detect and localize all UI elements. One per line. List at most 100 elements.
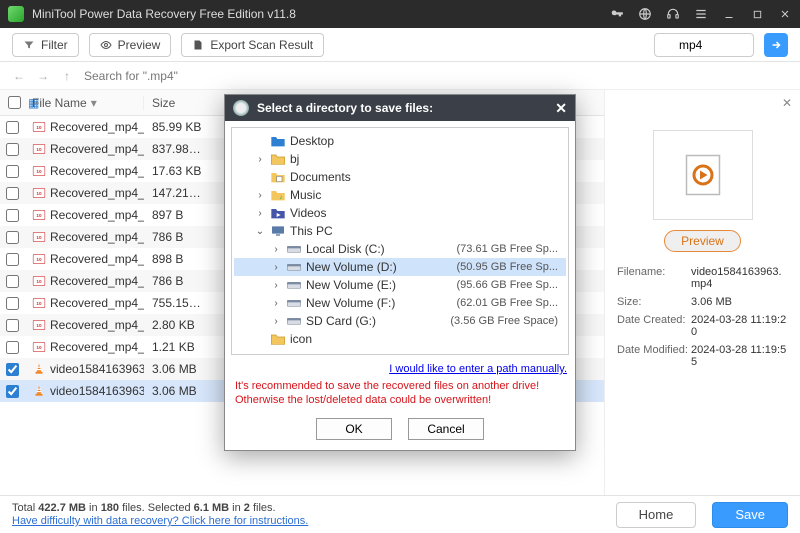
titlebar: MiniTool Power Data Recovery Free Editio…: [0, 0, 800, 28]
globe-icon[interactable]: [638, 7, 652, 21]
drive-icon: [286, 314, 302, 328]
home-button[interactable]: Home: [616, 502, 697, 528]
tree-item[interactable]: › bj: [234, 150, 566, 168]
ok-button[interactable]: OK: [316, 418, 392, 440]
row-checkbox[interactable]: [6, 143, 19, 156]
tree-label: Music: [290, 188, 321, 202]
folder-music-icon: ♪: [270, 188, 286, 202]
row-checkbox[interactable]: [6, 165, 19, 178]
expand-icon[interactable]: ›: [270, 244, 282, 255]
eye-icon: [100, 39, 112, 51]
search-go-button[interactable]: [764, 33, 788, 57]
expand-icon[interactable]: ›: [254, 190, 266, 201]
col-name-label[interactable]: File Name: [32, 96, 87, 110]
row-checkbox[interactable]: [6, 275, 19, 288]
expand-icon[interactable]: ⌄: [254, 226, 266, 237]
cancel-button[interactable]: Cancel: [408, 418, 484, 440]
free-space: (62.01 GB Free Sp...: [457, 297, 563, 309]
free-space: (73.61 GB Free Sp...: [457, 243, 563, 255]
folder-doc-icon: [270, 170, 286, 184]
up-icon[interactable]: ↑: [60, 69, 74, 83]
toolbar: Filter Preview Export Scan Result: [0, 28, 800, 62]
tree-item[interactable]: Desktop: [234, 132, 566, 150]
filter-button[interactable]: Filter: [12, 33, 79, 57]
tree-label: SD Card (G:): [306, 314, 376, 328]
video-icon: 10: [32, 252, 46, 266]
row-checkbox[interactable]: [6, 363, 19, 376]
panel-close-icon[interactable]: ✕: [782, 96, 792, 110]
row-checkbox[interactable]: [6, 319, 19, 332]
manual-path-link[interactable]: I would like to enter a path manually.: [389, 363, 567, 375]
row-checkbox[interactable]: [6, 253, 19, 266]
tree-item[interactable]: ›Local Disk (C:)(73.61 GB Free Sp...: [234, 240, 566, 258]
row-checkbox[interactable]: [6, 341, 19, 354]
filename-label: Filename:: [617, 266, 691, 290]
tree-item[interactable]: › New Volume (D:) (50.95 GB Free Sp...: [234, 258, 566, 276]
row-checkbox[interactable]: [6, 231, 19, 244]
tree-label: bj: [290, 152, 299, 166]
video-icon: 10: [32, 230, 46, 244]
tree-item[interactable]: ›New Volume (F:)(62.01 GB Free Sp...: [234, 294, 566, 312]
tree-item[interactable]: icon: [234, 330, 566, 348]
tree-item[interactable]: ›Videos: [234, 204, 566, 222]
row-checkbox[interactable]: [6, 385, 19, 398]
app-title: MiniTool Power Data Recovery Free Editio…: [32, 7, 610, 21]
expand-icon[interactable]: ›: [270, 280, 282, 291]
row-checkbox[interactable]: [6, 297, 19, 310]
save-button[interactable]: Save: [712, 502, 788, 528]
help-link[interactable]: Have difficulty with data recovery? Clic…: [12, 515, 308, 527]
close-icon[interactable]: [778, 7, 792, 21]
tree-label: This PC: [290, 224, 333, 238]
tree-item[interactable]: ›New Volume (E:)(95.66 GB Free Sp...: [234, 276, 566, 294]
preview-file-button[interactable]: Preview: [664, 230, 741, 252]
created-value: 2024-03-28 11:19:20: [691, 314, 788, 338]
svg-text:10: 10: [36, 301, 42, 306]
dialog-close-icon[interactable]: ✕: [555, 100, 567, 117]
tree-item[interactable]: › ♪ Music: [234, 186, 566, 204]
tree-label: New Volume (D:): [306, 260, 397, 274]
headset-icon[interactable]: [666, 7, 680, 21]
tree-item[interactable]: ⌄ This PC: [234, 222, 566, 240]
app-logo-icon: [8, 6, 24, 22]
video-icon: 10: [32, 340, 46, 354]
file-size: 1.21 KB: [144, 340, 210, 354]
modified-value: 2024-03-28 11:19:55: [691, 344, 788, 368]
detail-panel: ✕ Preview Filename:video1584163963.mp4 S…: [604, 90, 800, 495]
free-space: (3.56 GB Free Space): [450, 315, 562, 327]
col-size-label[interactable]: Size: [152, 96, 175, 110]
vlc-icon: [32, 362, 46, 376]
maximize-icon[interactable]: [750, 7, 764, 21]
video-icon: 10: [32, 208, 46, 222]
expand-icon[interactable]: ›: [254, 208, 266, 219]
free-space: (50.95 GB Free Sp...: [457, 261, 563, 273]
tree-item[interactable]: › SD Card (G:) (3.56 GB Free Space): [234, 312, 566, 330]
folder-blue-icon: [270, 134, 286, 148]
expand-icon[interactable]: ›: [254, 154, 266, 165]
key-icon[interactable]: [610, 7, 624, 21]
preview-thumbnail: [653, 130, 753, 220]
back-icon[interactable]: ←: [12, 69, 26, 83]
file-size: 786 B: [144, 230, 210, 244]
forward-icon[interactable]: →: [36, 69, 50, 83]
drive-icon: [286, 260, 302, 274]
expand-icon[interactable]: ›: [270, 262, 282, 273]
menu-icon[interactable]: [694, 7, 708, 21]
video-icon: 10: [32, 186, 46, 200]
size-label: Size:: [617, 296, 691, 308]
minimize-icon[interactable]: [722, 7, 736, 21]
preview-button[interactable]: Preview: [89, 33, 172, 57]
row-checkbox[interactable]: [6, 121, 19, 134]
search-input[interactable]: [654, 33, 754, 57]
row-checkbox[interactable]: [6, 209, 19, 222]
file-name: Recovered_mp4_f...: [50, 186, 144, 200]
row-checkbox[interactable]: [6, 187, 19, 200]
expand-icon[interactable]: ›: [270, 316, 282, 327]
directory-tree[interactable]: Desktop › bj Documents › ♪ Music ›Videos ⌄ This P…: [231, 127, 569, 355]
expand-icon[interactable]: ›: [270, 298, 282, 309]
select-all-checkbox[interactable]: [8, 96, 21, 109]
tree-item[interactable]: Documents: [234, 168, 566, 186]
tree-label: New Volume (E:): [306, 278, 396, 292]
export-button[interactable]: Export Scan Result: [181, 33, 324, 57]
created-label: Date Created:: [617, 314, 691, 338]
tree-label: Desktop: [290, 134, 334, 148]
